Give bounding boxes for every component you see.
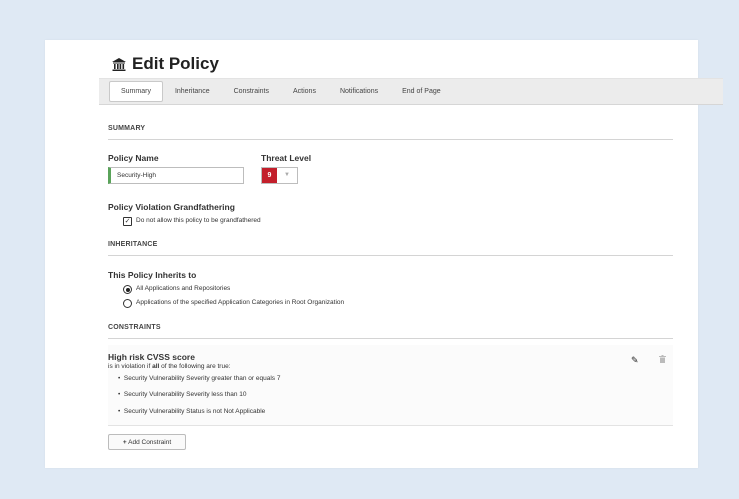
- tab-inheritance[interactable]: Inheritance: [163, 82, 222, 101]
- add-constraint-button[interactable]: + Add Constraint: [108, 434, 186, 450]
- threat-level-select[interactable]: 9 ▼: [261, 167, 298, 184]
- add-constraint-label: Add Constraint: [128, 439, 172, 446]
- tab-constraints[interactable]: Constraints: [222, 82, 281, 101]
- tab-notifications[interactable]: Notifications: [328, 82, 390, 101]
- list-item: • Security Vulnerability Status is not N…: [118, 408, 266, 415]
- chevron-down-icon: ▼: [284, 172, 290, 178]
- trash-icon[interactable]: [659, 355, 666, 365]
- plus-icon: +: [122, 439, 127, 446]
- radio-all-applications[interactable]: [123, 285, 132, 294]
- condition-text: Security Vulnerability Severity greater …: [123, 375, 281, 382]
- inheritance-section-header: INHERITANCE: [108, 241, 673, 256]
- policy-name-label: Policy Name: [108, 153, 159, 163]
- threat-level-label: Threat Level: [261, 153, 312, 163]
- list-item: • Security Vulnerability Severity less t…: [118, 391, 247, 398]
- radio-specified-categories[interactable]: [123, 299, 132, 308]
- grandfathering-label: Policy Violation Grandfathering: [108, 202, 235, 212]
- condition-suffix: of the following are true:: [159, 363, 231, 370]
- constraint-condition-summary: is in violation if all of the following …: [108, 363, 231, 370]
- condition-text: Security Vulnerability Severity less tha…: [123, 391, 247, 398]
- policy-name-input[interactable]: [108, 167, 244, 184]
- page-title-text: Edit Policy: [132, 54, 219, 73]
- list-item: • Security Vulnerability Severity greate…: [118, 375, 281, 382]
- page-title: Edit Policy: [112, 54, 219, 74]
- grandfathering-checkbox-label: Do not allow this policy to be grandfath…: [136, 217, 261, 224]
- radio-specified-categories-label: Applications of the specified Applicatio…: [136, 299, 345, 306]
- radio-all-applications-label: All Applications and Repositories: [136, 285, 231, 292]
- summary-section-header: SUMMARY: [108, 125, 673, 140]
- tab-summary[interactable]: Summary: [109, 81, 163, 102]
- grandfathering-checkbox[interactable]: ✓: [123, 217, 132, 226]
- tab-bar: Summary Inheritance Constraints Actions …: [99, 78, 723, 105]
- constraints-section-header: CONSTRAINTS: [108, 324, 673, 339]
- inherits-to-label: This Policy Inherits to: [108, 270, 197, 280]
- condition-text: Security Vulnerability Status is not Not…: [123, 408, 266, 415]
- condition-prefix: is in violation if: [108, 363, 153, 370]
- tab-end-of-page[interactable]: End of Page: [390, 82, 453, 101]
- threat-level-value: 9: [262, 168, 277, 183]
- edit-policy-panel: Edit Policy Summary Inheritance Constrai…: [45, 40, 723, 468]
- constraint-item: High risk CVSS score is in violation if …: [108, 345, 673, 426]
- constraint-name: High risk CVSS score: [108, 352, 195, 362]
- bank-icon: [112, 57, 126, 71]
- tab-actions[interactable]: Actions: [281, 82, 328, 101]
- pencil-icon[interactable]: ✎: [631, 355, 639, 366]
